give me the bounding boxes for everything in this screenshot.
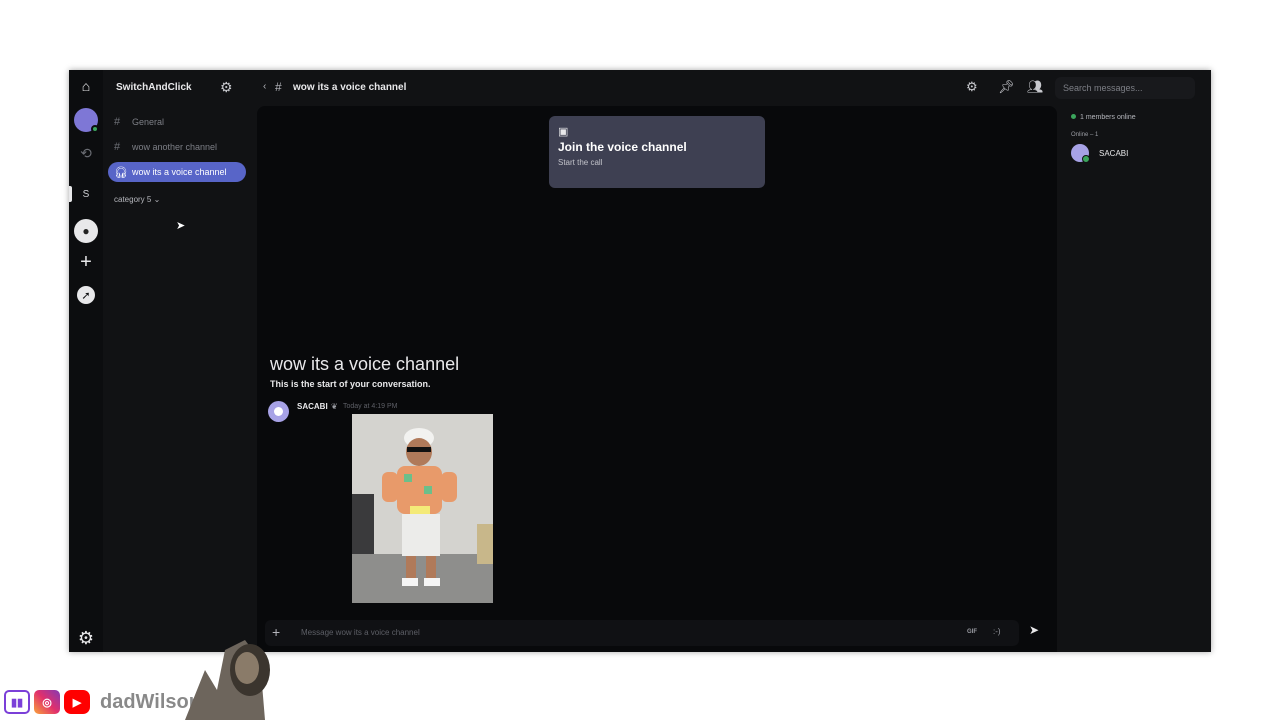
history-icon[interactable]: ⟲ <box>74 141 98 165</box>
voice-card-title: Join the voice channel <box>558 140 687 154</box>
message-input[interactable]: Message wow its a voice channel <box>301 628 420 637</box>
hash-icon: # <box>114 116 121 128</box>
online-count: 1 members online <box>1071 114 1136 121</box>
conversation-title: wow its a voice channel <box>270 354 460 374</box>
message-composer[interactable]: + Message wow its a voice channel GIF :-… <box>265 620 1019 646</box>
app-window: ⌂ ⟲ S ● + ➚ ⚙ SwitchAndClick ⚙ # General… <box>69 70 1211 652</box>
pin-icon[interactable]: 📌︎ <box>998 79 1015 95</box>
hash-icon: # <box>114 141 121 153</box>
channel-title: wow its a voice channel <box>293 82 407 93</box>
online-dot <box>1071 114 1076 119</box>
settings-icon[interactable]: ⚙ <box>74 626 98 650</box>
server-settings-gear-icon[interactable]: ⚙ <box>220 79 233 96</box>
channel-general[interactable]: # General <box>108 112 246 132</box>
explore-icon[interactable]: ➚ <box>74 283 98 307</box>
category-label: category 5 <box>114 195 152 204</box>
twitch-icon: ▮▮ <box>4 690 30 714</box>
member-list: 1 members online Online – 1 SACABI <box>1059 106 1211 652</box>
add-server-icon[interactable]: + <box>74 250 98 274</box>
online-section-label: Online – 1 <box>1071 132 1099 138</box>
channel-label: wow its a voice channel <box>132 167 227 177</box>
members-icon[interactable]: 👥︎ <box>1027 79 1044 95</box>
headphones-icon: 🎧︎ <box>114 166 128 179</box>
back-chevron-icon[interactable]: ‹ <box>263 81 266 92</box>
instagram-icon: ◎ <box>34 690 60 714</box>
category-header[interactable]: category 5 ⌄ <box>114 195 160 204</box>
voice-card-subtitle: Start the call <box>558 158 603 167</box>
conversation-subtitle: This is the start of your conversation. <box>270 379 431 389</box>
member-avatar <box>1071 144 1090 163</box>
channel-header: ‹ # wow its a voice channel ⚙ 📌︎ 👥︎ Sear… <box>255 70 1211 106</box>
user-avatar[interactable] <box>74 108 99 133</box>
server-icon-s[interactable]: S <box>74 182 98 206</box>
server-name[interactable]: SwitchAndClick <box>116 82 192 93</box>
photo-person-image <box>352 414 493 603</box>
hash-icon: # <box>275 80 282 94</box>
channel-label: wow another channel <box>132 142 218 152</box>
send-icon[interactable]: ➤ <box>1029 623 1039 637</box>
channel-wow-another[interactable]: # wow another channel <box>108 137 246 157</box>
chat-area: ▣ Join the voice channel Start the call … <box>257 106 1057 652</box>
member-item[interactable]: SACABI <box>1071 144 1129 163</box>
member-name: SACABI <box>1099 148 1129 158</box>
online-dot <box>91 125 99 133</box>
message-avatar[interactable] <box>268 401 289 422</box>
active-server-indicator <box>69 186 72 202</box>
server-icon-hamster[interactable]: ● <box>74 219 98 243</box>
server-rail: ⌂ ⟲ S ● + ➚ ⚙ <box>69 70 103 652</box>
join-voice-card[interactable]: ▣ Join the voice channel Start the call <box>549 116 765 188</box>
message-timestamp: Today at 4:19 PM <box>343 403 398 410</box>
mouse-cursor-icon: ➤ <box>176 220 186 232</box>
emoji-button[interactable]: :-) <box>993 627 1001 636</box>
gif-button[interactable]: GIF <box>967 629 977 635</box>
leaf-badge-icon: ❦ <box>331 402 338 411</box>
youtube-icon: ▶ <box>64 690 90 714</box>
chat-icon: ▣ <box>558 126 569 138</box>
channel-sidebar: SwitchAndClick ⚙ # General # wow another… <box>103 70 255 652</box>
chevron-down-icon: ⌄ <box>153 195 161 204</box>
home-icon[interactable]: ⌂ <box>74 74 98 98</box>
webcam-overlay-image <box>185 640 270 720</box>
channel-label: General <box>132 117 165 127</box>
search-input[interactable]: Search messages... <box>1055 77 1195 99</box>
channel-settings-gear-icon[interactable]: ⚙ <box>966 79 978 95</box>
channel-voice-active[interactable]: 🎧︎ wow its a voice channel <box>108 162 246 182</box>
message-image-attachment[interactable] <box>352 414 493 603</box>
message-author[interactable]: SACABI <box>297 402 328 411</box>
online-count-text: 1 members online <box>1080 114 1136 121</box>
